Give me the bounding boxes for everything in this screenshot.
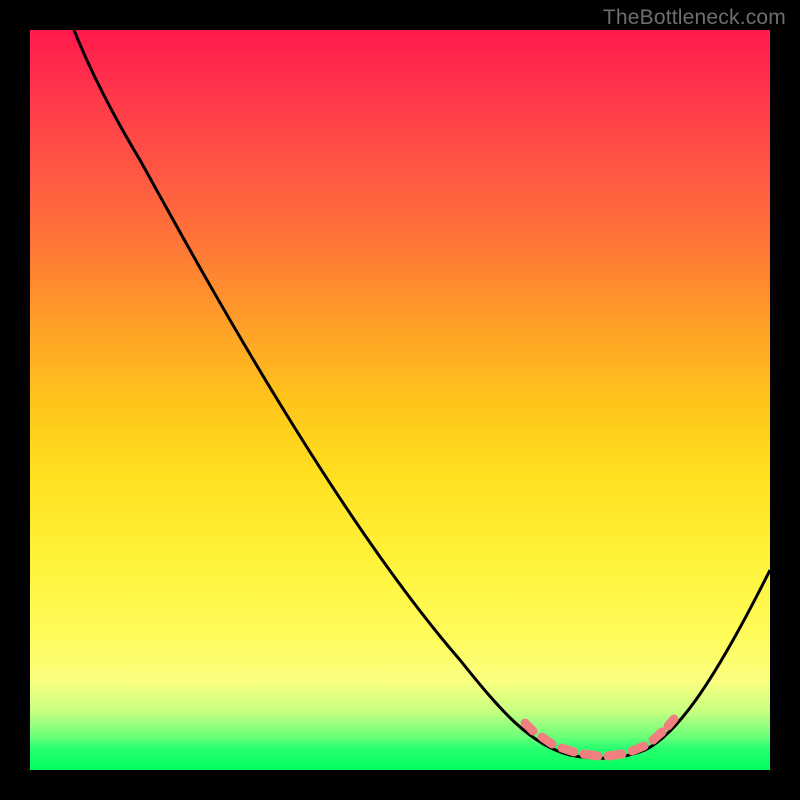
optimal-zone-markers	[525, 719, 674, 756]
watermark-label: TheBottleneck.com	[603, 6, 786, 30]
bottleneck-curve	[30, 30, 770, 770]
curve-path	[74, 30, 770, 758]
chart-plot-area	[30, 30, 770, 770]
